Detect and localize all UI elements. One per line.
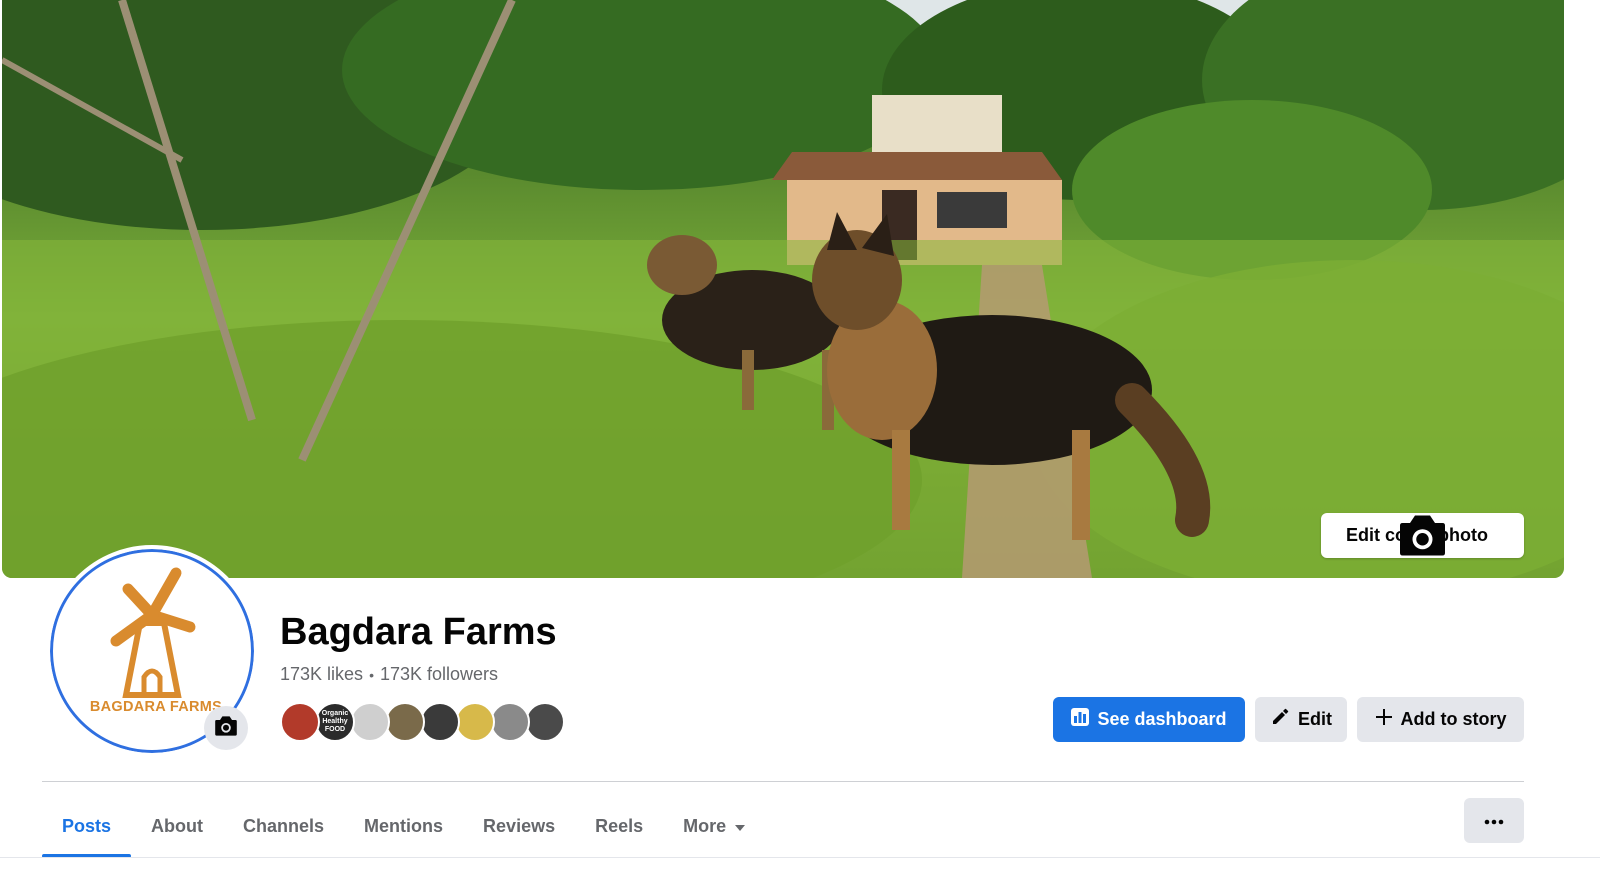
tab-mentions[interactable]: Mentions — [344, 796, 463, 856]
cover-photo[interactable]: Edit cover photo — [2, 0, 1564, 578]
cover-photo-image — [2, 0, 1564, 578]
edit-page-button[interactable]: Edit — [1255, 697, 1347, 742]
follower-avatar[interactable] — [350, 702, 390, 742]
tab-label: Mentions — [364, 815, 444, 836]
tab-label: Channels — [243, 815, 325, 836]
ellipsis-icon — [1484, 812, 1504, 830]
follower-avatar[interactable] — [525, 702, 565, 742]
camera-icon — [214, 715, 238, 742]
pencil-icon — [1270, 707, 1290, 732]
profile-divider — [42, 781, 1524, 782]
tab-label: Reviews — [483, 815, 556, 836]
edit-label: Edit — [1298, 709, 1332, 729]
follower-avatar[interactable] — [280, 702, 320, 742]
tabs-bottom-border — [0, 857, 1600, 858]
tab-posts[interactable]: Posts — [42, 796, 132, 858]
page-tabs: Posts About Channels Mentions Reviews Reels Mo… — [42, 796, 766, 858]
follower-avatar[interactable] — [455, 702, 495, 742]
tab-more[interactable]: More — [663, 796, 766, 856]
tab-label: More — [683, 815, 727, 836]
follower-avatars[interactable]: Organic Healthy FOOD — [280, 702, 565, 742]
see-dashboard-label: See dashboard — [1097, 709, 1227, 729]
add-to-story-button[interactable]: Add to story — [1357, 697, 1524, 742]
edit-cover-photo-button[interactable]: Edit cover photo — [1321, 513, 1524, 558]
update-profile-picture-button[interactable] — [204, 706, 248, 750]
followers-count[interactable]: 173K followers — [380, 664, 498, 685]
see-dashboard-button[interactable]: See dashboard — [1053, 697, 1245, 742]
plus-icon — [1375, 708, 1393, 731]
tab-about[interactable]: About — [131, 796, 223, 856]
caret-down-icon — [734, 816, 746, 837]
tab-reels[interactable]: Reels — [575, 796, 663, 856]
likes-count[interactable]: 173K likes — [280, 664, 363, 685]
tab-label: Posts — [62, 815, 112, 836]
stats-separator: • — [369, 666, 374, 683]
page-title: Bagdara Farms — [280, 611, 557, 653]
page-stats: 173K likes • 173K followers — [280, 664, 498, 685]
follower-avatar[interactable] — [385, 702, 425, 742]
tab-reviews[interactable]: Reviews — [463, 796, 575, 856]
tab-label: About — [151, 815, 204, 836]
follower-avatar[interactable]: Organic Healthy FOOD — [315, 702, 355, 742]
follower-avatar[interactable] — [490, 702, 530, 742]
tab-channels[interactable]: Channels — [223, 796, 344, 856]
add-to-story-label: Add to story — [1400, 709, 1507, 729]
follower-avatar[interactable] — [420, 702, 460, 742]
tab-label: Reels — [595, 815, 644, 836]
dashboard-icon — [1071, 708, 1090, 731]
more-options-button[interactable] — [1464, 798, 1524, 843]
